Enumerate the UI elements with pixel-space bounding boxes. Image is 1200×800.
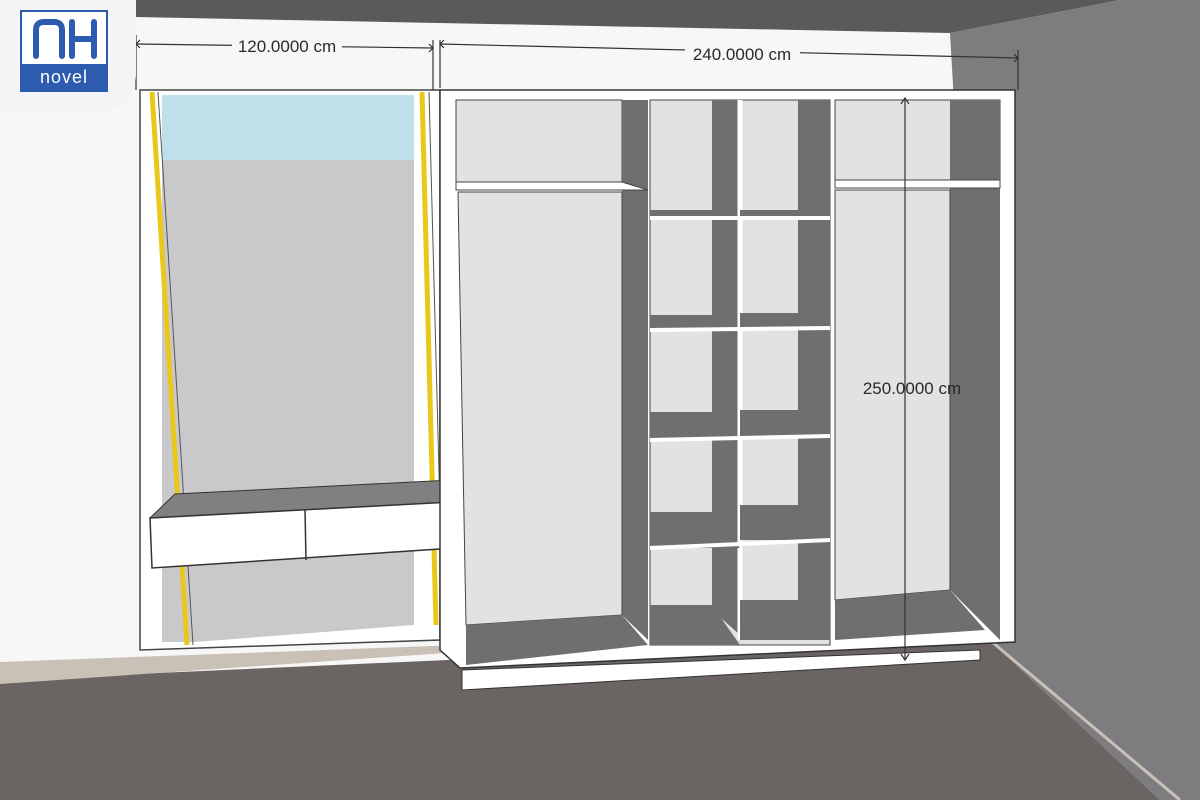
logo-wordmark: novel xyxy=(22,64,106,90)
drawer-divider xyxy=(304,509,307,561)
brand-logo: novel xyxy=(0,0,136,112)
logo-box: novel xyxy=(20,10,108,92)
render-canvas: 120.0000 cm 240.0000 cm 250.0000 cm nove… xyxy=(0,0,1200,800)
mirror-glass xyxy=(162,160,414,642)
window-sky xyxy=(162,95,414,160)
dim-label-left-width: 120.0000 cm xyxy=(238,37,336,56)
wardrobe-render: 120.0000 cm 240.0000 cm 250.0000 cm xyxy=(0,0,1200,800)
dim-label-wardrobe-height: 250.0000 cm xyxy=(863,379,961,398)
nh-logo-icon xyxy=(33,19,97,59)
dim-label-wardrobe-width: 240.0000 cm xyxy=(693,45,791,64)
